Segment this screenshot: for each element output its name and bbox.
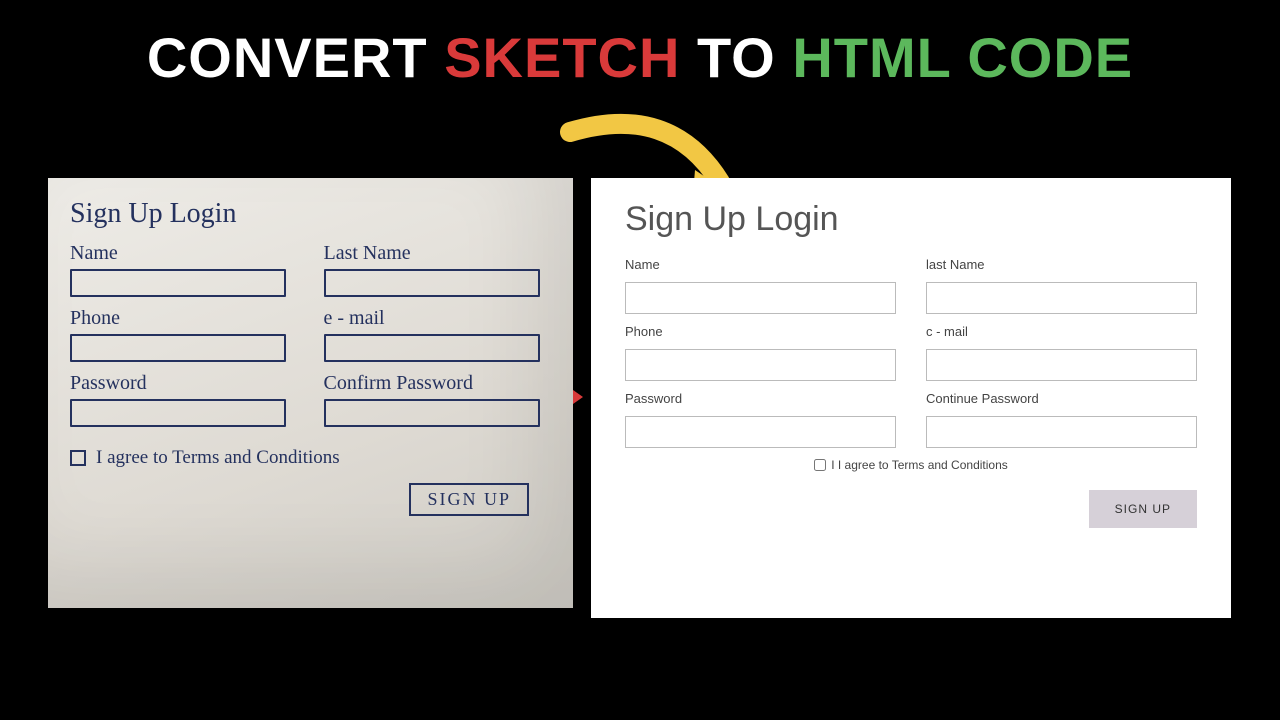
sketch-email-box [324, 334, 540, 362]
sketch-email-label: e - mail [324, 307, 552, 330]
signup-button[interactable]: SIGN UP [1089, 490, 1197, 528]
main-heading: CONVERT SKETCH TO HTML CODE [0, 0, 1280, 90]
password-input[interactable] [625, 416, 896, 448]
sketch-phone-label: Phone [70, 307, 298, 330]
email-label: c - mail [926, 324, 1197, 339]
sketch-title: Sign Up Login [70, 198, 551, 230]
confirm-label: Continue Password [926, 391, 1197, 406]
sketch-name-box [70, 269, 286, 297]
heading-word-sketch: SKETCH [444, 26, 680, 89]
agree-checkbox[interactable] [814, 459, 826, 471]
sketch-confirm-box [324, 399, 540, 427]
agree-row: I I agree to Terms and Conditions [625, 458, 1197, 472]
sketch-signup-button: SIGN UP [409, 483, 529, 516]
phone-input[interactable] [625, 349, 896, 381]
sketch-agree-text: I agree to Terms and Conditions [96, 447, 340, 469]
lastname-label: last Name [926, 257, 1197, 272]
sketch-password-label: Password [70, 372, 298, 395]
cursor-caret-icon [573, 390, 583, 404]
sketch-checkbox-icon [70, 450, 86, 466]
sketch-agree-row: I agree to Terms and Conditions [70, 447, 551, 469]
sketch-lastname-box [324, 269, 540, 297]
heading-word-convert: CONVERT [147, 26, 428, 89]
lastname-input[interactable] [926, 282, 1197, 314]
phone-label: Phone [625, 324, 896, 339]
name-label: Name [625, 257, 896, 272]
rendered-title: Sign Up Login [625, 200, 1197, 239]
password-label: Password [625, 391, 896, 406]
heading-word-to: TO [697, 26, 776, 89]
confirm-input[interactable] [926, 416, 1197, 448]
sketch-name-label: Name [70, 242, 298, 265]
sketch-confirm-label: Confirm Password [324, 372, 552, 395]
sketch-phone-box [70, 334, 286, 362]
name-input[interactable] [625, 282, 896, 314]
sketch-lastname-label: Last Name [324, 242, 552, 265]
heading-word-html-code: HTML CODE [792, 26, 1133, 89]
email-input[interactable] [926, 349, 1197, 381]
sketch-panel: Sign Up Login Name Last Name Phone e - m… [48, 178, 573, 608]
rendered-panel: Sign Up Login Name last Name Phone c - m… [591, 178, 1231, 618]
sketch-password-box [70, 399, 286, 427]
agree-text: I I agree to Terms and Conditions [831, 458, 1008, 472]
